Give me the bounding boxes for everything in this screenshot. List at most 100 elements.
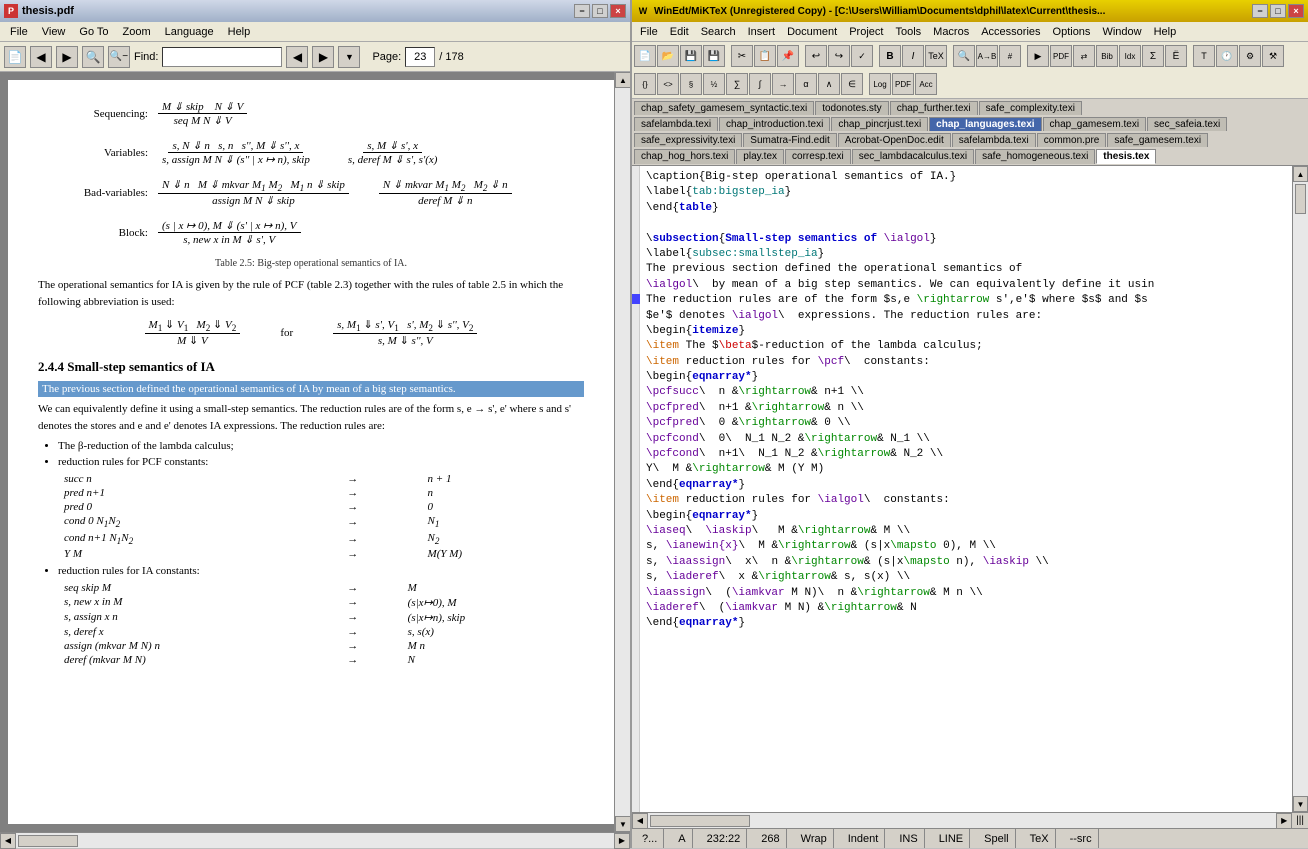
tab-sec-safeia[interactable]: sec_safeia.texi [1147,117,1227,131]
logic-btn[interactable]: ∧ [818,73,840,95]
scroll-down-btn[interactable]: ▼ [615,816,630,832]
copy-btn[interactable]: 📋 [754,45,776,67]
tab-chap-languages[interactable]: chap_languages.texi [929,117,1041,131]
paste-btn[interactable]: 📌 [777,45,799,67]
acc-btn[interactable]: Acc [915,73,937,95]
pdf-open-btn[interactable]: 📄 [4,46,26,68]
clock-btn[interactable]: 🕐 [1216,45,1238,67]
tab-sumatra[interactable]: Sumatra-Find.edit [743,133,836,147]
editor-scroll-right-btn[interactable]: ▶ [1276,813,1292,829]
editor-menu-macros[interactable]: Macros [927,24,975,40]
pdf-close-btn[interactable]: × [610,4,626,18]
greek-btn[interactable]: α [795,73,817,95]
status-line[interactable]: LINE [933,829,970,848]
pdf-menu-language[interactable]: Language [159,24,220,40]
editor-scroll-down-btn[interactable]: ▼ [1293,796,1308,812]
editor-menu-document[interactable]: Document [781,24,843,40]
editor-h-scroll-thumb[interactable] [650,815,750,827]
bold-btn[interactable]: B [879,45,901,67]
code-editor[interactable]: \caption{Big-step operational semantics … [640,166,1292,812]
editor-menu-file[interactable]: File [634,24,664,40]
editor-menu-help[interactable]: Help [1148,24,1183,40]
editor-close-btn[interactable]: × [1288,4,1304,18]
tab-common[interactable]: common.pre [1037,133,1107,147]
spell-btn[interactable]: ✓ [851,45,873,67]
tab-safe-complexity[interactable]: safe_complexity.texi [979,101,1082,115]
editor-maximize-btn[interactable]: □ [1270,4,1286,18]
pdf-bottom-scrollbar[interactable]: ◀ ▶ [0,832,630,848]
tab-safe-expr[interactable]: safe_expressivity.texi [634,133,742,147]
editor-menu-accessories[interactable]: Accessories [975,24,1046,40]
sum-btn[interactable]: ∑ [726,73,748,95]
pdf-menu-view[interactable]: View [36,24,72,40]
editor-scroll-thumb[interactable] [1295,184,1306,214]
bibtex-btn[interactable]: Bib [1096,45,1118,67]
editor-menu-edit[interactable]: Edit [664,24,695,40]
tab-chap-safety[interactable]: chap_safety_gamesem_syntactic.texi [634,101,814,115]
tab-chap-gamesem[interactable]: chap_gamesem.texi [1043,117,1147,131]
tab-todonotes[interactable]: todonotes.sty [815,101,888,115]
status-wrap[interactable]: Wrap [795,829,834,848]
pdf-scroll-left-btn[interactable]: ◀ [0,833,16,849]
editor-menu-tools[interactable]: Tools [889,24,927,40]
frac-btn[interactable]: ½ [703,73,725,95]
pdf2-btn[interactable]: PDF [892,73,914,95]
editor-menu-search[interactable]: Search [695,24,742,40]
tool1-btn[interactable]: ⚙ [1239,45,1261,67]
pdf-h-scroll-thumb[interactable] [18,835,78,847]
pdf-menu-help[interactable]: Help [222,24,257,40]
status-indent[interactable]: Indent [842,829,886,848]
sec-btn[interactable]: § [680,73,702,95]
tab-safelambda2[interactable]: safelambda.texi [952,133,1036,147]
pdf-zoom-out-btn[interactable]: 🔍− [108,46,130,68]
tab-corresp[interactable]: corresp.texi [785,149,851,164]
editor-scroll-up-btn[interactable]: ▲ [1293,166,1308,182]
find-options-btn[interactable]: ▼ [338,46,360,68]
pdf-zoom-in-btn[interactable]: 🔍 [82,46,104,68]
cut-btn[interactable]: ✂ [731,45,753,67]
redo-btn[interactable]: ↪ [828,45,850,67]
replace-btn[interactable]: A→B [976,45,998,67]
sigma-btn[interactable]: Σ [1142,45,1164,67]
pdf-view-btn[interactable]: PDF [1050,45,1072,67]
compile-btn[interactable]: ▶ [1027,45,1049,67]
editor-scroll-left-btn[interactable]: ◀ [632,813,648,829]
tab-safe-gamesem[interactable]: safe_gamesem.texi [1107,133,1208,147]
save-all-btn[interactable]: 💾 [703,45,725,67]
makeindex-btn[interactable]: Idx [1119,45,1141,67]
italic-btn[interactable]: I [902,45,924,67]
pdf-scrollbar[interactable]: ▲ ▼ [614,72,630,832]
status-spell[interactable]: Spell [978,829,1015,848]
tab-safelambda[interactable]: safelambda.texi [634,117,718,131]
tab-chap-further[interactable]: chap_further.texi [890,101,978,115]
tab-safe-homo[interactable]: safe_homogeneous.texi [975,149,1095,164]
tab-chap-hog[interactable]: chap_hog_hors.texi [634,149,735,164]
pdf-menu-zoom[interactable]: Zoom [117,24,157,40]
sync-btn[interactable]: ⇄ [1073,45,1095,67]
new-doc-btn[interactable]: 📄 [634,45,656,67]
text-btn[interactable]: T [1193,45,1215,67]
editor-scrollbar[interactable]: ▲ ▼ [1292,166,1308,812]
editor-minimize-btn[interactable]: − [1252,4,1268,18]
page-input[interactable] [405,47,435,67]
save-btn[interactable]: 💾 [680,45,702,67]
env-btn[interactable]: {} [634,73,656,95]
Ebar-btn[interactable]: Ë [1165,45,1187,67]
int-btn[interactable]: ∫ [749,73,771,95]
pdf-menu-goto[interactable]: Go To [73,24,114,40]
open-btn[interactable]: 📂 [657,45,679,67]
pdf-next-btn[interactable]: ▶ [56,46,78,68]
editor-bottom-scrollbar[interactable]: ◀ ▶ ||| [632,812,1308,828]
search-btn[interactable]: 🔍 [953,45,975,67]
editor-menu-project[interactable]: Project [843,24,889,40]
undo-btn[interactable]: ↩ [805,45,827,67]
log-btn[interactable]: Log [869,73,891,95]
editor-menu-options[interactable]: Options [1047,24,1097,40]
editor-menu-insert[interactable]: Insert [742,24,782,40]
tab-acrobat[interactable]: Acrobat-OpenDoc.edit [838,133,951,147]
tab-thesis-tex[interactable]: thesis.tex [1096,149,1156,164]
find-input[interactable] [162,47,282,67]
tab-chap-intro[interactable]: chap_introduction.texi [719,117,830,131]
tab-chap-pincr[interactable]: chap_pincrjust.texi [831,117,928,131]
set-btn[interactable]: ∈ [841,73,863,95]
